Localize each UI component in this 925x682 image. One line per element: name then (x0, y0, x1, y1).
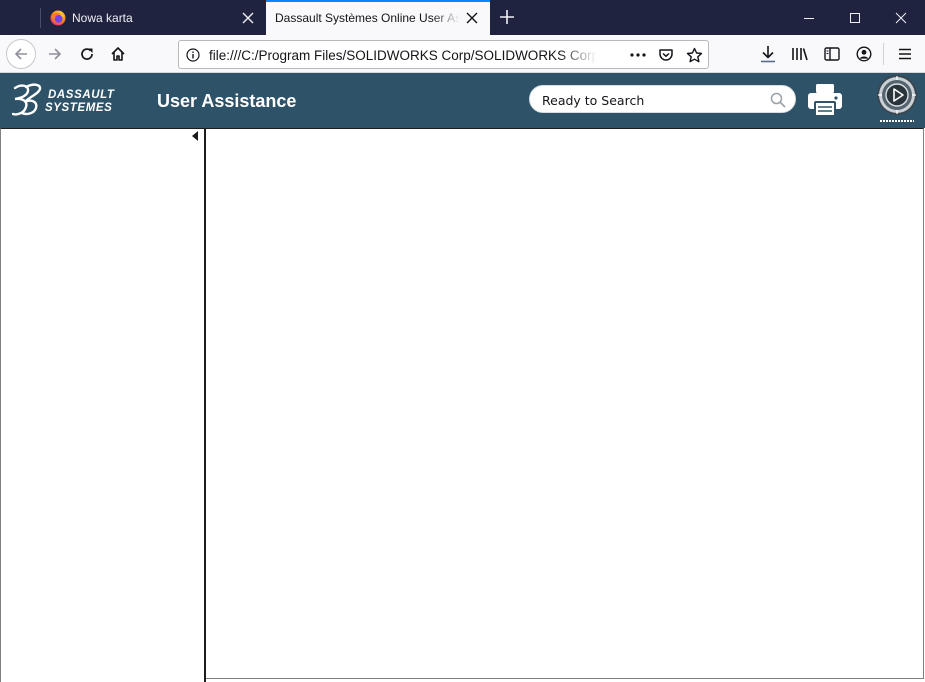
tab-title: Nowa karta (72, 10, 133, 25)
account-icon[interactable] (849, 39, 879, 69)
table-of-contents-panel (0, 128, 205, 682)
bookmark-star-icon[interactable] (685, 47, 703, 63)
tab-user-assistance[interactable]: Dassault Systèmes Online User Assistance (266, 0, 490, 35)
minimize-icon[interactable] (786, 0, 832, 35)
content-panel (206, 128, 924, 679)
sidebar-icon[interactable] (817, 39, 847, 69)
print-icon[interactable] (807, 83, 843, 117)
navigation-toolbar: file:///C:/Program Files/SOLIDWORKS Corp… (0, 35, 925, 73)
pocket-icon[interactable] (657, 47, 675, 63)
close-icon[interactable] (878, 0, 924, 35)
home-icon[interactable] (103, 39, 133, 69)
svg-text:SYSTEMES: SYSTEMES (45, 102, 112, 114)
3dexperience-compass-icon[interactable] (876, 74, 918, 126)
tab-strip: Nowa karta Dassault Systèmes Online User… (0, 0, 925, 35)
firefox-icon (50, 10, 66, 25)
svg-text:DASSAULT: DASSAULT (48, 89, 115, 101)
tab-new-tab[interactable]: Nowa karta (41, 0, 266, 35)
close-tab-icon[interactable] (460, 6, 484, 30)
more-icon[interactable] (629, 47, 647, 63)
toolbar-separator (883, 43, 884, 65)
triangle-left-icon[interactable] (190, 130, 200, 142)
search-box[interactable] (529, 85, 796, 113)
reload-icon[interactable] (72, 39, 102, 69)
app-header: DASSAULT SYSTEMES User Assistance (0, 73, 925, 128)
arrow-right-icon[interactable] (40, 39, 70, 69)
info-icon[interactable] (184, 47, 202, 63)
3ds-dassault-systemes-logo[interactable]: DASSAULT SYSTEMES (12, 82, 134, 118)
library-icon[interactable] (785, 39, 815, 69)
tab-title: Dassault Systèmes Online User Assistance (275, 10, 460, 25)
close-tab-icon[interactable] (236, 6, 260, 30)
page-title: User Assistance (157, 91, 297, 111)
maximize-icon[interactable] (832, 0, 878, 35)
download-icon[interactable] (753, 39, 783, 69)
plus-icon[interactable] (495, 5, 519, 29)
arrow-left-icon[interactable] (6, 39, 36, 69)
url-text[interactable]: file:///C:/Program Files/SOLIDWORKS Corp… (209, 48, 597, 63)
search-icon[interactable] (770, 92, 786, 108)
hamburger-menu-icon[interactable] (890, 39, 920, 69)
search-input[interactable] (542, 91, 762, 109)
address-bar[interactable]: file:///C:/Program Files/SOLIDWORKS Corp… (178, 40, 709, 69)
